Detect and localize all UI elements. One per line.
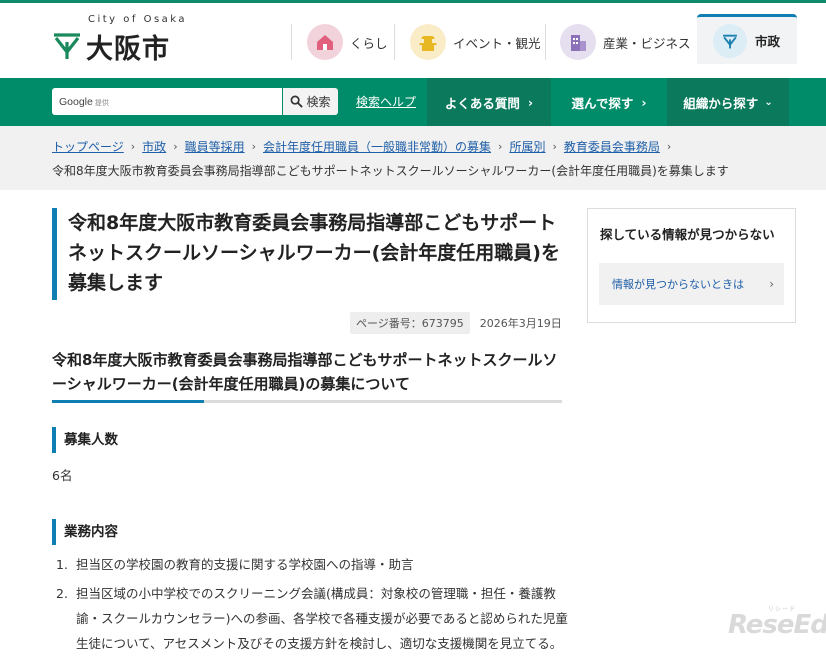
browse-menu-label: 選んで探す	[571, 95, 634, 111]
chevron-right-icon: ›	[641, 94, 647, 110]
nav-shisei[interactable]: 市政	[697, 14, 797, 64]
sidebar-help-box: 探している情報が見つからない 情報が見つからないときは ›	[587, 208, 796, 323]
list-item-text: 担当区域の小中学校でのスクリーニング会議(構成員：対象校の管理職・担任・養護教諭…	[76, 586, 568, 651]
chevron-right-icon: ›	[251, 140, 257, 153]
house-icon	[307, 24, 343, 60]
page-meta: ページ番号：673795 2026年3月19日	[350, 312, 562, 334]
list-item-text: 担当区の学校園の教育的支援に関する学校園への指導・助言	[76, 557, 414, 572]
breadcrumb-link-top[interactable]: トップページ	[52, 138, 124, 155]
logo-english-text: City of Osaka	[88, 14, 188, 25]
page-title: 令和8年度大阪市教育委員会事務局指導部こどもサポートネットスクールソーシャルワー…	[68, 212, 560, 294]
city-emblem-icon	[713, 23, 747, 58]
breadcrumb-link-shisei[interactable]: 市政	[142, 138, 166, 155]
search-icon	[291, 95, 304, 108]
page-number: ページ番号：673795	[350, 312, 470, 334]
nav-divider	[291, 24, 292, 60]
list-item: 1. 担当区の学校園の教育的支援に関する学校園への指導・助言	[52, 552, 572, 577]
search-help-link[interactable]: 検索ヘルプ	[356, 93, 416, 110]
chevron-right-icon: ›	[666, 140, 672, 153]
chevron-right-icon: ›	[130, 140, 136, 153]
nav-business[interactable]: 産業・ビジネス	[560, 22, 691, 62]
not-found-help-label: 情報が見つからないときは	[612, 278, 744, 291]
nav-shisei-label: 市政	[755, 34, 781, 49]
castle-icon	[410, 24, 446, 60]
faq-menu-button[interactable]: よくある質問 ›	[427, 78, 551, 126]
search-button[interactable]: 検索	[283, 88, 338, 115]
nav-event-label: イベント・観光	[453, 35, 541, 51]
recruit-count-value: 6名	[52, 468, 73, 483]
osaka-city-emblem-icon	[54, 33, 80, 59]
not-found-help-link[interactable]: 情報が見つからないときは ›	[599, 263, 784, 305]
breadcrumb-links: トップページ › 市政 › 職員等採用 › 会計年度任用職員（一般職非常勤）の募集 › …	[52, 138, 678, 155]
breadcrumb-link-department[interactable]: 所属別	[509, 138, 545, 155]
list-number: 1.	[56, 557, 68, 572]
page-date: 2026年3月19日	[479, 317, 562, 330]
job-content-list: 1. 担当区の学校園の教育的支援に関する学校園への指導・助言 2. 担当区域の小…	[52, 552, 572, 656]
nav-event[interactable]: イベント・観光	[410, 22, 541, 62]
chevron-right-icon: ›	[498, 140, 503, 153]
breadcrumb-link-recruit[interactable]: 職員等採用	[185, 138, 245, 155]
nav-divider	[394, 24, 395, 60]
page-title-block: 令和8年度大阪市教育委員会事務局指導部こどもサポートネットスクールソーシャルワー…	[52, 208, 564, 300]
recruit-count-heading: 募集人数	[52, 427, 562, 453]
breadcrumb-link-parttime[interactable]: 会計年度任用職員（一般職非常勤）の募集	[263, 138, 491, 155]
top-accent-line	[0, 0, 826, 3]
browse-menu-button[interactable]: 選んで探す ›	[551, 78, 667, 126]
job-content-heading: 業務内容	[52, 519, 562, 545]
nav-divider	[545, 24, 546, 60]
breadcrumb-current: 令和8年度大阪市教育委員会事務局指導部こどもサポートネットスクールソーシャルワー…	[52, 164, 729, 178]
breadcrumb-link-education-board[interactable]: 教育委員会事務局	[564, 138, 660, 155]
faq-menu-label: よくある質問	[444, 95, 520, 111]
building-icon	[560, 24, 596, 60]
list-number: 2.	[56, 586, 68, 601]
logo-japanese-text: 大阪市	[86, 34, 170, 65]
organization-menu-label: 組織から探す	[683, 95, 759, 111]
search-input[interactable]: Google 提供	[52, 88, 282, 115]
search-placeholder: Google 提供	[59, 95, 109, 108]
chevron-right-icon: ›	[552, 140, 557, 153]
heading-underline	[52, 400, 562, 403]
sidebar-title: 探している情報が見つからない	[600, 227, 775, 242]
chevron-right-icon: ›	[173, 140, 178, 153]
reseed-watermark-logo: ReseEd リシード	[728, 606, 826, 640]
site-logo[interactable]: City of Osaka 大阪市	[52, 14, 202, 65]
nav-kurashi[interactable]: くらし	[307, 22, 388, 62]
nav-kurashi-label: くらし	[350, 35, 388, 51]
section-heading: 令和8年度大阪市教育委員会事務局指導部こどもサポートネットスクールソーシャルワー…	[52, 351, 558, 393]
chevron-right-icon: ›	[527, 94, 534, 110]
list-item: 2. 担当区域の小中学校でのスクリーニング会議(構成員：対象校の管理職・担任・養…	[52, 581, 572, 656]
chevron-right-icon: ›	[769, 277, 774, 291]
chevron-down-icon: ⌄	[764, 96, 773, 108]
breadcrumb	[0, 126, 826, 190]
search-button-label: 検索	[306, 95, 331, 109]
organization-menu-button[interactable]: 組織から探す ⌄	[667, 78, 789, 126]
nav-business-label: 産業・ビジネス	[603, 35, 691, 51]
